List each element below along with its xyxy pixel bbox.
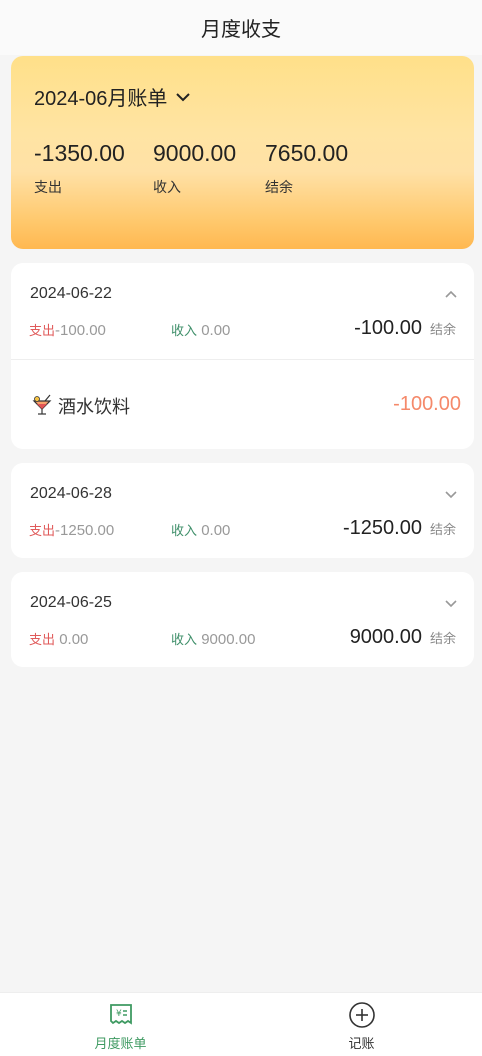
day-expense-label: 支出 bbox=[29, 523, 56, 538]
day-income: 收入 0.00 bbox=[171, 320, 230, 339]
day-expense-value: -1250.00 bbox=[55, 522, 115, 539]
day-income-label: 收入 bbox=[171, 323, 198, 338]
day-income-label: 收入 bbox=[171, 632, 198, 647]
entry-name: 酒水饮料 bbox=[58, 397, 130, 417]
day-header[interactable]: 2024-06-22 支出-100.00 收入 0.00 -100.00 结余 bbox=[11, 263, 474, 359]
day-card: 2024-06-25 支出 0.00 收入 9000.00 9000.00 结余 bbox=[11, 572, 474, 667]
summary-expense-value: -1350.00 bbox=[34, 140, 125, 166]
day-balance-value: -1250.00 bbox=[343, 517, 422, 539]
summary-balance-label: 结余 bbox=[265, 179, 293, 195]
tab-record[interactable]: 记账 bbox=[241, 993, 482, 1056]
summary-expense: -1350.00 支出 bbox=[34, 140, 125, 197]
day-expense-value: 0.00 bbox=[59, 631, 89, 648]
top-bar: 月度收支 bbox=[0, 0, 482, 55]
chevron-down-icon[interactable] bbox=[444, 487, 458, 501]
day-income-value: 9000.00 bbox=[201, 631, 256, 648]
day-card: 2024-06-28 支出-1250.00 收入 0.00 -1250.00 结… bbox=[11, 463, 474, 558]
day-balance-label: 结余 bbox=[429, 522, 456, 537]
day-balance-value: 9000.00 bbox=[349, 626, 422, 648]
cocktail-drink-icon bbox=[32, 394, 52, 415]
day-income: 收入 0.00 bbox=[171, 520, 230, 539]
page-title: 月度收支 bbox=[201, 19, 281, 41]
summary-balance: 7650.00 结余 bbox=[265, 140, 348, 197]
day-date: 2024-06-25 bbox=[30, 594, 112, 611]
day-balance-label: 结余 bbox=[429, 322, 456, 337]
svg-text:¥: ¥ bbox=[116, 1009, 122, 1019]
day-date: 2024-06-28 bbox=[30, 485, 112, 502]
summary-income-label: 收入 bbox=[153, 179, 181, 195]
day-balance-label: 结余 bbox=[429, 631, 456, 646]
day-header[interactable]: 2024-06-25 支出 0.00 收入 9000.00 9000.00 结余 bbox=[11, 572, 474, 668]
bill-icon: ¥ bbox=[109, 1004, 132, 1025]
summary-expense-label: 支出 bbox=[34, 179, 62, 195]
tab-record-label: 记账 bbox=[348, 1036, 375, 1051]
chevron-down-icon bbox=[176, 92, 191, 101]
monthly-summary-card: 2024-06月账单 -1350.00 支出 9000.00 收入 7650.0… bbox=[11, 56, 474, 249]
day-balance: 9000.00 结余 bbox=[350, 626, 456, 649]
day-expense: 支出-100.00 bbox=[29, 320, 106, 339]
summary-income: 9000.00 收入 bbox=[153, 140, 236, 197]
day-date: 2024-06-22 bbox=[30, 285, 112, 302]
day-expense-label: 支出 bbox=[29, 632, 56, 647]
day-expense-value: -100.00 bbox=[55, 322, 106, 339]
tab-monthly-bill-label: 月度账单 bbox=[94, 1036, 147, 1051]
day-expense: 支出 0.00 bbox=[29, 629, 88, 648]
day-expense: 支出-1250.00 bbox=[29, 520, 114, 539]
day-income-label: 收入 bbox=[171, 523, 198, 538]
day-card: 2024-06-22 支出-100.00 收入 0.00 -100.00 结余 … bbox=[11, 263, 474, 449]
tab-monthly-bill[interactable]: ¥ 月度账单 bbox=[0, 993, 241, 1056]
day-expense-label: 支出 bbox=[29, 323, 56, 338]
day-balance: -1250.00 结余 bbox=[343, 517, 456, 540]
month-label: 2024-06月账单 bbox=[34, 88, 168, 110]
summary-income-value: 9000.00 bbox=[153, 140, 237, 166]
chevron-down-icon[interactable] bbox=[444, 596, 458, 610]
day-header[interactable]: 2024-06-28 支出-1250.00 收入 0.00 -1250.00 结… bbox=[11, 463, 474, 559]
entry-amount: -100.00 bbox=[393, 393, 461, 415]
entry-row[interactable]: 酒水饮料 -100.00 bbox=[11, 360, 474, 450]
day-income-value: 0.00 bbox=[201, 522, 231, 539]
day-income-value: 0.00 bbox=[201, 322, 231, 339]
day-balance-value: -100.00 bbox=[354, 317, 422, 339]
day-income: 收入 9000.00 bbox=[171, 629, 255, 648]
add-circle-icon bbox=[348, 1002, 375, 1028]
month-selector[interactable]: 2024-06月账单 bbox=[34, 82, 191, 111]
bottom-tab-bar: ¥ 月度账单 记账 bbox=[0, 992, 482, 1056]
chevron-up-icon[interactable] bbox=[444, 287, 458, 301]
summary-balance-value: 7650.00 bbox=[265, 140, 349, 166]
day-balance: -100.00 结余 bbox=[354, 317, 456, 340]
